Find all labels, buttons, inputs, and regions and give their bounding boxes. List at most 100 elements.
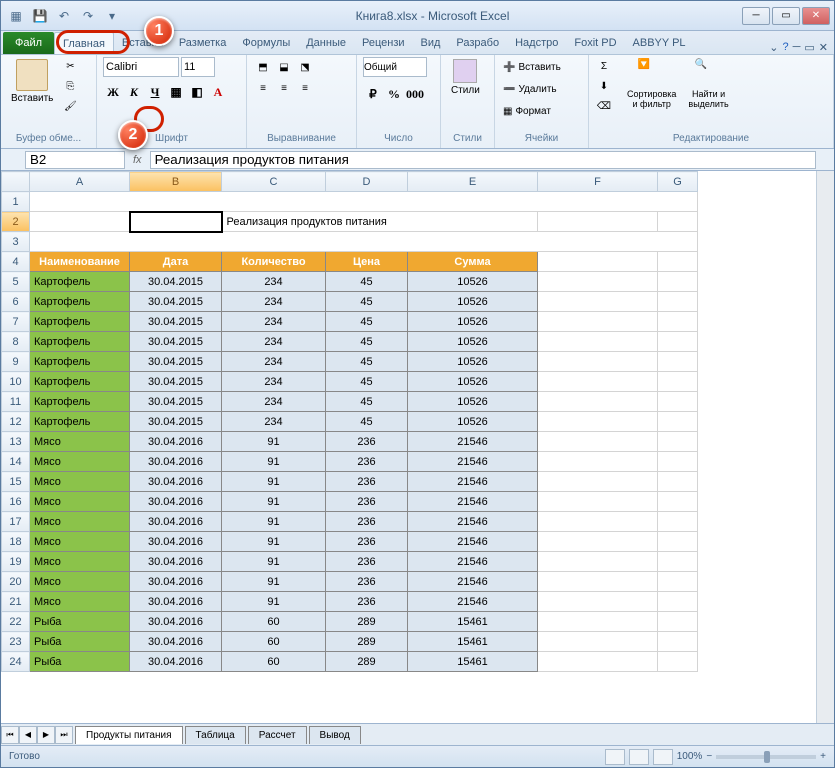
copy-icon[interactable]: ⎘ <box>61 77 79 95</box>
page-break-view-icon[interactable] <box>653 749 673 765</box>
cell-qty[interactable]: 91 <box>222 532 326 552</box>
autosum-icon[interactable]: Σ <box>595 57 613 75</box>
cell-price[interactable]: 236 <box>326 472 408 492</box>
zoom-in-icon[interactable]: + <box>820 751 826 762</box>
cell-sum[interactable]: 21546 <box>408 452 538 472</box>
row-header[interactable]: 14 <box>2 452 30 472</box>
cell-sum[interactable]: 10526 <box>408 412 538 432</box>
sort-filter-button[interactable]: 🔽 Сортировка и фильтр <box>623 57 680 111</box>
row-header[interactable]: 6 <box>2 292 30 312</box>
cell-sum[interactable]: 10526 <box>408 272 538 292</box>
cell[interactable] <box>538 432 658 452</box>
cell-date[interactable]: 30.04.2016 <box>130 432 222 452</box>
cell-date[interactable]: 30.04.2016 <box>130 452 222 472</box>
format-painter-icon[interactable]: 🖌 <box>61 97 79 115</box>
cell-qty[interactable]: 234 <box>222 392 326 412</box>
cell-date[interactable]: 30.04.2016 <box>130 532 222 552</box>
cell-name[interactable]: Картофель <box>30 392 130 412</box>
cell-qty[interactable]: 234 <box>222 272 326 292</box>
cell-sum[interactable]: 21546 <box>408 572 538 592</box>
cell-sum[interactable]: 21546 <box>408 492 538 512</box>
cell-qty[interactable]: 234 <box>222 412 326 432</box>
cell-qty[interactable]: 91 <box>222 572 326 592</box>
cell-sum[interactable]: 21546 <box>408 592 538 612</box>
cell-qty[interactable]: 234 <box>222 312 326 332</box>
cell-date[interactable]: 30.04.2016 <box>130 572 222 592</box>
cell-date[interactable]: 30.04.2016 <box>130 652 222 672</box>
cell-name[interactable]: Мясо <box>30 552 130 572</box>
row-header[interactable]: 15 <box>2 472 30 492</box>
cell-price[interactable]: 236 <box>326 492 408 512</box>
minimize-button[interactable]: ─ <box>742 7 770 25</box>
cell-qty[interactable]: 91 <box>222 472 326 492</box>
cell-qty[interactable]: 91 <box>222 432 326 452</box>
cell-sum[interactable]: 21546 <box>408 532 538 552</box>
tab-addins[interactable]: Надстро <box>507 32 566 54</box>
cell[interactable] <box>538 472 658 492</box>
cell-qty[interactable]: 234 <box>222 292 326 312</box>
cell[interactable] <box>658 312 698 332</box>
cell[interactable] <box>658 612 698 632</box>
number-format-select[interactable] <box>363 57 427 77</box>
cell[interactable] <box>538 532 658 552</box>
format-cells-button[interactable]: ▦Формат <box>501 101 563 121</box>
cell-sum[interactable]: 10526 <box>408 292 538 312</box>
cell-price[interactable]: 45 <box>326 412 408 432</box>
cell-name[interactable]: Мясо <box>30 572 130 592</box>
cell[interactable] <box>658 492 698 512</box>
cell-sum[interactable]: 21546 <box>408 472 538 492</box>
cell-name[interactable]: Картофель <box>30 312 130 332</box>
cell-sum[interactable]: 21546 <box>408 512 538 532</box>
row-header[interactable]: 4 <box>2 252 30 272</box>
cell[interactable] <box>538 352 658 372</box>
cell[interactable] <box>658 272 698 292</box>
cell-name[interactable]: Рыба <box>30 652 130 672</box>
row-header[interactable]: 16 <box>2 492 30 512</box>
cell-price[interactable]: 236 <box>326 552 408 572</box>
cell-qty[interactable]: 91 <box>222 452 326 472</box>
cell-name[interactable]: Мясо <box>30 492 130 512</box>
cell[interactable] <box>658 352 698 372</box>
cell[interactable] <box>538 632 658 652</box>
row-header[interactable]: 10 <box>2 372 30 392</box>
cell[interactable] <box>538 492 658 512</box>
sheet-nav-next[interactable]: ▶ <box>37 726 55 744</box>
col-header-G[interactable]: G <box>658 172 698 192</box>
cell[interactable] <box>538 392 658 412</box>
cell-qty[interactable]: 234 <box>222 332 326 352</box>
cell-price[interactable]: 236 <box>326 572 408 592</box>
tab-formulas[interactable]: Формулы <box>234 32 298 54</box>
undo-icon[interactable]: ↶ <box>53 5 75 27</box>
help-icon[interactable]: ? <box>782 41 788 54</box>
cell[interactable] <box>538 332 658 352</box>
file-tab[interactable]: Файл <box>3 32 54 54</box>
cell-date[interactable]: 30.04.2015 <box>130 392 222 412</box>
cell[interactable] <box>658 252 698 272</box>
cell-qty[interactable]: 91 <box>222 512 326 532</box>
zoom-level[interactable]: 100% <box>677 751 703 762</box>
tab-abbyy[interactable]: ABBYY PL <box>625 32 694 54</box>
col-header-A[interactable]: A <box>30 172 130 192</box>
header-cell[interactable]: Количество <box>222 252 326 272</box>
cell[interactable] <box>30 212 130 232</box>
select-all-corner[interactable] <box>2 172 30 192</box>
row-header[interactable]: 24 <box>2 652 30 672</box>
col-header-B[interactable]: B <box>130 172 222 192</box>
close-button[interactable]: ✕ <box>802 7 830 25</box>
cell[interactable] <box>538 292 658 312</box>
font-size-select[interactable] <box>181 57 215 77</box>
row-header[interactable]: 7 <box>2 312 30 332</box>
cell-price[interactable]: 289 <box>326 632 408 652</box>
formula-bar[interactable] <box>150 151 816 169</box>
cell-sum[interactable]: 10526 <box>408 352 538 372</box>
row-header[interactable]: 9 <box>2 352 30 372</box>
font-color-button[interactable]: A <box>208 82 228 102</box>
row-header[interactable]: 12 <box>2 412 30 432</box>
row-header[interactable]: 19 <box>2 552 30 572</box>
bold-button[interactable]: Ж <box>103 82 123 102</box>
cell[interactable] <box>658 452 698 472</box>
cell[interactable] <box>538 512 658 532</box>
cell[interactable] <box>538 452 658 472</box>
cell-sum[interactable]: 21546 <box>408 552 538 572</box>
cell-price[interactable]: 45 <box>326 312 408 332</box>
